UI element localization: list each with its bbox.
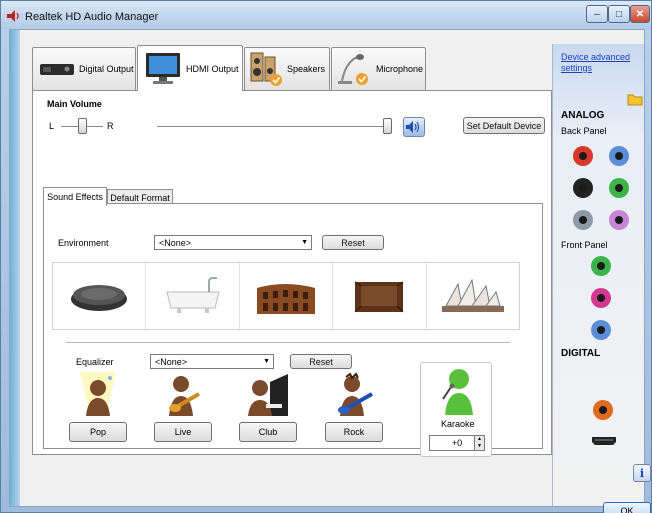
tab-hdmi-output-label: HDMI Output	[186, 63, 239, 74]
environment-preset-stone[interactable]	[53, 263, 147, 329]
eq-preset-pop: Pop	[69, 372, 127, 442]
jack-digital-optical[interactable]	[593, 400, 613, 420]
karaoke-singer-icon[interactable]	[421, 365, 493, 417]
tab-sound-effects[interactable]: Sound Effects	[43, 187, 107, 206]
wooden-room-icon	[354, 281, 404, 313]
environment-reset-button[interactable]: Reset	[322, 235, 384, 250]
tab-microphone[interactable]: Microphone	[331, 47, 426, 90]
pop-singer-icon	[80, 372, 116, 416]
speaker-app-icon	[7, 10, 19, 22]
close-button[interactable]: ✕	[630, 5, 650, 23]
speaker-volume-icon	[406, 121, 420, 133]
speakers-icon	[250, 52, 282, 86]
tab-hdmi-output[interactable]: HDMI Output	[137, 45, 243, 91]
tab-speakers-label: Speakers	[287, 64, 326, 74]
live-guitarist-icon	[169, 376, 200, 416]
karaoke-value: +0	[451, 438, 463, 448]
environment-preset-room[interactable]	[333, 263, 427, 329]
live-button[interactable]: Live	[154, 422, 212, 442]
digital-output-icon	[40, 64, 74, 75]
club-button[interactable]: Club	[239, 422, 297, 442]
jack-back-gray[interactable]	[573, 210, 593, 230]
chevron-down-icon: ▼	[301, 239, 308, 246]
chevron-down-icon: ▼	[263, 358, 270, 365]
colosseum-icon	[257, 284, 316, 314]
jack-back-black[interactable]	[573, 178, 593, 198]
info-button[interactable]: i	[633, 464, 651, 482]
jack-front-blue[interactable]	[591, 320, 611, 340]
window-title: Realtek HD Audio Manager	[25, 11, 159, 23]
app-window: Realtek HD Audio Manager – □ ✕ Digital O…	[0, 0, 652, 513]
section-divider	[66, 342, 510, 343]
left-decoration	[10, 30, 20, 506]
hdmi-port-icon[interactable]	[591, 436, 617, 446]
karaoke-label: Karaoke	[441, 419, 475, 429]
microphone-icon	[338, 54, 368, 85]
minimize-button[interactable]: –	[586, 5, 608, 23]
volume-slider-track	[157, 126, 389, 128]
title-bar[interactable]: Realtek HD Audio Manager – □ ✕	[1, 1, 651, 29]
equalizer-select-value: <None>	[155, 356, 188, 367]
device-side-panel: Device advanced settings ANALOG Back Pan…	[552, 44, 651, 513]
back-panel-label: Back Panel	[561, 126, 607, 136]
device-advanced-settings-link[interactable]: Device advanced settings	[561, 52, 641, 74]
equalizer-select[interactable]: <None> ▼	[150, 354, 274, 369]
hdmi-monitor-icon	[146, 52, 180, 84]
tab-microphone-label: Microphone	[376, 64, 424, 74]
environment-select[interactable]: <None> ▼	[154, 235, 312, 250]
environment-preset-opera[interactable]	[427, 263, 519, 329]
jack-back-pink[interactable]	[609, 210, 629, 230]
equalizer-reset-button[interactable]: Reset	[290, 354, 352, 369]
environment-label: Environment	[58, 238, 109, 248]
tab-digital-output-label: Digital Output	[79, 64, 134, 74]
environment-preset-colosseum[interactable]	[240, 263, 334, 329]
link-line-1: Device advanced	[561, 52, 631, 62]
karaoke-spinner[interactable]: +0 ▲ ▼	[429, 435, 485, 451]
eq-preset-live: Live	[154, 372, 212, 442]
link-line-2: settings	[561, 63, 593, 73]
arrow-down-icon[interactable]: ▼	[477, 443, 482, 450]
set-default-device-button[interactable]: Set Default Device	[463, 117, 545, 134]
eq-preset-rock: Rock	[325, 372, 383, 442]
jack-back-red[interactable]	[573, 146, 593, 166]
tab-digital-output[interactable]: Digital Output	[32, 47, 136, 90]
analog-heading: ANALOG	[561, 110, 605, 121]
jack-front-green[interactable]	[591, 256, 611, 276]
jack-front-magenta[interactable]	[591, 288, 611, 308]
club-pianist-icon	[248, 374, 288, 416]
volume-slider-thumb[interactable]	[383, 118, 392, 134]
equalizer-label: Equalizer	[76, 357, 114, 367]
pop-button[interactable]: Pop	[69, 422, 127, 442]
balance-slider-thumb[interactable]	[78, 118, 87, 134]
digital-heading: DIGITAL	[561, 348, 601, 359]
folder-icon[interactable]	[627, 92, 643, 106]
eq-preset-club: Club	[239, 372, 297, 442]
balance-right-label: R	[107, 121, 114, 131]
balance-left-label: L	[49, 121, 55, 131]
jack-back-blue[interactable]	[609, 146, 629, 166]
sound-effects-panel: Environment <None> ▼ Reset Equalizer <No…	[43, 203, 543, 457]
front-panel-label: Front Panel	[561, 240, 608, 250]
client-area: Digital Output HDMI Output Speakers Micr…	[9, 29, 651, 513]
maximize-button[interactable]: □	[608, 5, 630, 23]
mute-button[interactable]	[403, 117, 425, 137]
main-volume-title: Main Volume	[47, 99, 102, 109]
environment-select-value: <None>	[159, 237, 192, 248]
bathtub-icon	[165, 277, 220, 313]
hdmi-output-panel: Main Volume L R Set Default Device Sound…	[32, 90, 552, 457]
info-icon: i	[639, 466, 645, 480]
karaoke-group: Karaoke +0 ▲ ▼	[420, 362, 492, 457]
environment-preset-bathroom[interactable]	[146, 263, 240, 329]
jack-back-green[interactable]	[609, 178, 629, 198]
rock-button[interactable]: Rock	[325, 422, 383, 442]
karaoke-spinner-buttons[interactable]: ▲ ▼	[474, 435, 485, 451]
environment-presets	[52, 262, 520, 330]
stone-disc-icon	[71, 285, 128, 311]
main-volume-group: Main Volume L R	[43, 99, 447, 134]
opera-house-icon	[441, 278, 504, 312]
ok-button[interactable]: OK	[603, 502, 651, 513]
arrow-up-icon[interactable]: ▲	[477, 436, 482, 443]
tab-speakers[interactable]: Speakers	[244, 47, 330, 90]
rock-guitarist-icon	[338, 372, 373, 416]
